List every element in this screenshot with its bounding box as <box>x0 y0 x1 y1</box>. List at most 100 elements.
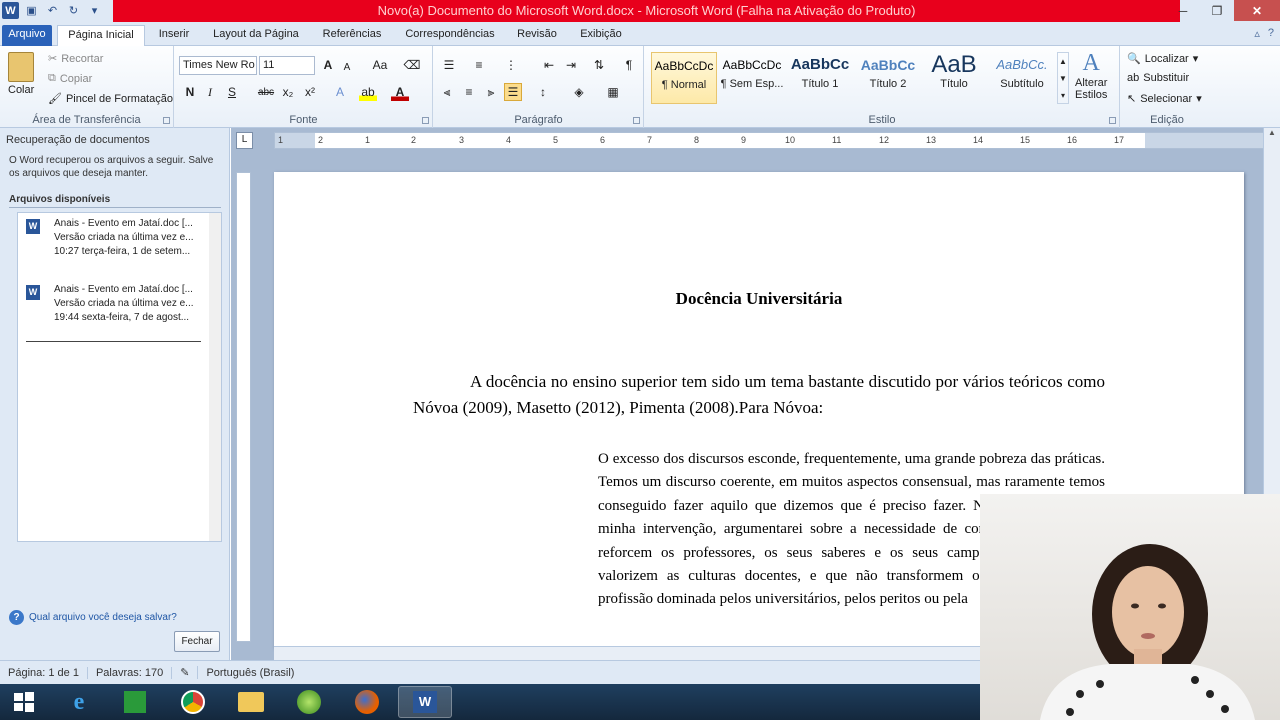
change-styles-button[interactable]: A Alterar Estilos <box>1075 50 1107 101</box>
tab-file[interactable]: Arquivo <box>2 25 52 46</box>
media-icon[interactable] <box>282 686 336 718</box>
shrink-font-icon[interactable]: A <box>338 58 356 76</box>
bold-button[interactable]: N <box>181 83 199 101</box>
minimize-icon[interactable]: ─ <box>1166 0 1200 21</box>
sort-icon[interactable]: ⇅ <box>590 56 608 74</box>
style-sample: AaBbCc <box>790 56 850 73</box>
page-count[interactable]: Página: 1 de 1 <box>0 666 88 679</box>
paste-label: Colar <box>8 84 35 96</box>
underline-button[interactable]: S <box>223 83 241 101</box>
select-button[interactable]: ↖ Selecionar ▾ <box>1127 92 1202 106</box>
show-marks-icon[interactable]: ¶ <box>620 56 638 74</box>
copy-button[interactable]: ⧉ Copiar <box>48 72 92 85</box>
proofing-icon[interactable]: ✎ <box>172 666 199 679</box>
font-name-combo[interactable]: Times New Ro <box>179 56 257 75</box>
paste-button[interactable]: Colar <box>8 52 34 96</box>
redo-icon[interactable]: ↻ <box>65 2 82 19</box>
which-file-help-link[interactable]: ? Qual arquivo você deseja salvar? <box>9 610 177 625</box>
tab-view[interactable]: Exibição <box>572 25 630 46</box>
minimize-ribbon-icon[interactable]: ▵ <box>1254 27 1260 40</box>
chrome-icon[interactable] <box>166 686 220 718</box>
justify-icon[interactable]: ☰ <box>504 83 522 101</box>
recovered-file-item[interactable]: W Anais - Evento em Jataí.doc [... Versã… <box>26 217 206 259</box>
change-case-icon[interactable]: Aa <box>367 56 393 74</box>
horizontal-ruler[interactable]: 1 2 1 2 3 4 5 6 7 8 9 10 11 12 13 14 15 … <box>274 132 1264 149</box>
undo-icon[interactable]: ↶ <box>44 2 61 19</box>
ruler-number: 6 <box>600 135 606 145</box>
bullets-icon[interactable]: ☰ <box>440 56 458 74</box>
ruler-number: 9 <box>741 135 747 145</box>
subscript-button[interactable]: x₂ <box>279 83 297 101</box>
style-normal[interactable]: AaBbCcDc ¶ Normal <box>651 52 717 104</box>
ruler-number: 2 <box>318 135 324 145</box>
find-button[interactable]: 🔍 Localizar ▾ <box>1127 52 1198 66</box>
clear-formatting-icon[interactable]: ⌫ <box>403 56 421 74</box>
replace-icon: ab <box>1127 72 1140 84</box>
tab-references[interactable]: Referências <box>314 25 390 46</box>
store-icon[interactable] <box>108 686 162 718</box>
borders-icon[interactable]: ▦ <box>604 83 622 101</box>
styles-scroll[interactable]: ▲ ▼ ▾ <box>1057 52 1069 104</box>
file-list-scrollbar[interactable] <box>209 213 221 541</box>
align-center-icon[interactable]: ≡ <box>460 83 478 101</box>
word-icon[interactable]: W <box>398 686 452 718</box>
tab-selector[interactable]: L <box>236 132 253 149</box>
scroll-up-icon[interactable]: ▲ <box>1264 128 1280 144</box>
font-color-icon[interactable]: A <box>391 83 409 101</box>
maximize-icon[interactable]: ❐ <box>1200 0 1234 21</box>
align-right-icon[interactable]: ⫸ <box>482 83 500 101</box>
decrease-indent-icon[interactable]: ⇤ <box>540 56 558 74</box>
tab-page-layout[interactable]: Layout da Página <box>206 25 306 46</box>
close-recovery-button[interactable]: Fechar <box>174 631 220 652</box>
recovered-file-item[interactable]: W Anais - Evento em Jataí.doc [... Versã… <box>26 283 206 325</box>
tab-home[interactable]: Página Inicial <box>57 25 145 46</box>
binoculars-icon: 🔍 <box>1127 53 1141 65</box>
format-painter-button[interactable]: 🖌 Pincel de Formatação <box>48 92 173 106</box>
styles-launcher-icon[interactable] <box>1109 117 1116 124</box>
language-status[interactable]: Português (Brasil) <box>198 667 302 679</box>
style-heading-2[interactable]: AaBbCc Título 2 <box>855 52 921 104</box>
italic-button[interactable]: I <box>201 83 219 101</box>
paragraph-launcher-icon[interactable] <box>633 117 640 124</box>
qat-dropdown-icon[interactable]: ▾ <box>86 2 103 19</box>
style-no-spacing[interactable]: AaBbCcDc ¶ Sem Esp... <box>719 52 785 104</box>
word-app-icon[interactable]: W <box>2 2 19 19</box>
text-effects-icon[interactable]: A <box>331 83 349 101</box>
tab-mailings[interactable]: Correspondências <box>398 25 502 46</box>
editing-group-label: Edição <box>1150 114 1184 126</box>
shading-icon[interactable]: ◈ <box>570 83 588 101</box>
style-subtitle[interactable]: AaBbCc. Subtítulo <box>989 52 1055 104</box>
strikethrough-button[interactable]: abc <box>255 83 277 101</box>
font-size-combo[interactable]: 11 <box>259 56 315 75</box>
tab-insert[interactable]: Inserir <box>150 25 198 46</box>
clipboard-group: Colar ✂ Recortar ⧉ Copiar 🖌 Pincel de Forma… <box>0 46 174 128</box>
ruler-number: 4 <box>506 135 512 145</box>
save-icon[interactable]: ▣ <box>23 2 40 19</box>
line-spacing-icon[interactable]: ↕ <box>534 83 552 101</box>
tab-review[interactable]: Revisão <box>510 25 564 46</box>
webcam-overlay <box>980 494 1280 720</box>
grow-font-icon[interactable]: A <box>319 56 337 74</box>
replace-button[interactable]: ab Substituir <box>1127 72 1189 84</box>
highlight-icon[interactable]: ab <box>359 83 377 101</box>
superscript-button[interactable]: x² <box>301 83 319 101</box>
cut-button[interactable]: ✂ Recortar <box>48 52 103 66</box>
multilevel-list-icon[interactable]: ⋮ <box>502 56 520 74</box>
font-launcher-icon[interactable] <box>422 117 429 124</box>
style-title[interactable]: AaB Título <box>921 52 987 104</box>
clipboard-launcher-icon[interactable] <box>163 117 170 124</box>
start-icon[interactable] <box>0 686 48 718</box>
vertical-ruler[interactable] <box>236 172 251 642</box>
increase-indent-icon[interactable]: ⇥ <box>562 56 580 74</box>
ruler-number: 5 <box>553 135 559 145</box>
word-count[interactable]: Palavras: 170 <box>88 666 173 679</box>
close-icon[interactable]: ✕ <box>1234 0 1280 21</box>
style-heading-1[interactable]: AaBbCc Título 1 <box>787 52 853 104</box>
firefox-icon[interactable] <box>340 686 394 718</box>
recovered-file-version: Versão criada na última vez e... <box>54 298 194 309</box>
align-left-icon[interactable]: ⫷ <box>438 83 456 101</box>
help-icon[interactable]: ? <box>1268 27 1274 40</box>
numbering-icon[interactable]: ≡ <box>470 56 488 74</box>
internet-explorer-icon[interactable]: e <box>52 686 106 718</box>
file-explorer-icon[interactable] <box>224 686 278 718</box>
